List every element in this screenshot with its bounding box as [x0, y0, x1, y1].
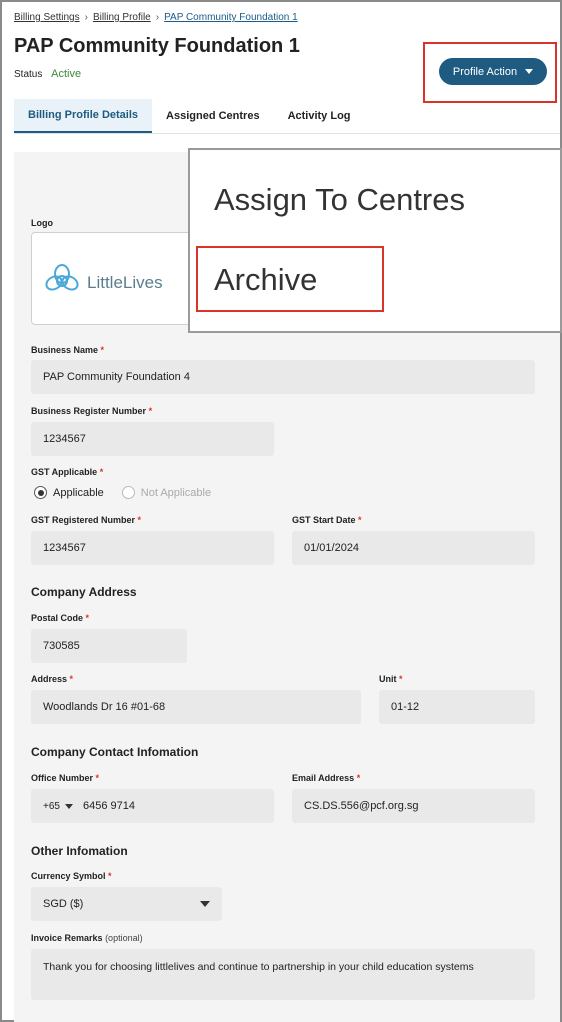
- caret-down-icon: [525, 69, 534, 74]
- address-field[interactable]: Woodlands Dr 16 #01-68: [31, 690, 361, 724]
- business-register-label: Business Register Number *: [31, 406, 153, 416]
- gst-registered-field[interactable]: 1234567: [31, 531, 274, 565]
- menu-item-assign-to-centres[interactable]: Assign To Centres: [214, 182, 465, 218]
- invoice-remarks-label: Invoice Remarks (optional): [31, 933, 143, 943]
- caret-down-icon: [64, 803, 73, 809]
- email-field[interactable]: CS.DS.556@pcf.org.sg: [292, 789, 535, 823]
- address-label: Address *: [31, 674, 74, 684]
- tab-billing-profile-details[interactable]: Billing Profile Details: [14, 99, 153, 133]
- gst-applicable-radio-group: Applicable Not Applicable: [34, 486, 211, 499]
- currency-symbol-value: SGD ($): [43, 898, 84, 910]
- radio-not-applicable[interactable]: [121, 486, 135, 499]
- logo-label: Logo: [31, 218, 53, 228]
- office-number-value: 6456 9714: [82, 800, 135, 812]
- littlelives-logo-icon: [45, 264, 79, 291]
- chevron-right-icon: ›: [155, 12, 160, 23]
- company-contact-title: Company Contact Infomation: [31, 745, 199, 759]
- business-register-field[interactable]: 1234567: [31, 422, 274, 456]
- business-name-field[interactable]: PAP Community Foundation 4: [31, 360, 535, 394]
- unit-field[interactable]: 01-12: [379, 690, 535, 724]
- gst-start-date-label: GST Start Date *: [292, 515, 362, 525]
- status-row: Status Active: [14, 68, 81, 80]
- postal-code-field[interactable]: 730585: [31, 629, 187, 663]
- gst-start-date-field[interactable]: 01/01/2024: [292, 531, 535, 565]
- business-name-label: Business Name *: [31, 345, 105, 355]
- profile-action-button[interactable]: Profile Action: [439, 58, 547, 85]
- gst-registered-label: GST Registered Number *: [31, 515, 142, 525]
- tab-activity-log[interactable]: Activity Log: [274, 99, 365, 133]
- currency-symbol-select[interactable]: SGD ($): [31, 887, 222, 921]
- company-address-title: Company Address: [31, 585, 137, 599]
- currency-symbol-label: Currency Symbol *: [31, 871, 112, 881]
- gst-applicable-label: GST Applicable *: [31, 467, 104, 477]
- logo-text: LittleLives: [87, 273, 163, 292]
- unit-label: Unit *: [379, 674, 403, 684]
- chevron-down-icon: [200, 901, 210, 907]
- country-code-select[interactable]: +65: [43, 801, 60, 812]
- radio-applicable-label: Applicable: [53, 486, 104, 499]
- breadcrumb-current[interactable]: PAP Community Foundation 1: [164, 12, 298, 23]
- office-number-field[interactable]: +65 6456 9714: [31, 789, 274, 823]
- invoice-remarks-field[interactable]: Thank you for choosing littlelives and c…: [31, 949, 535, 1000]
- page-frame: Billing Settings › Billing Profile › PAP…: [0, 0, 562, 1022]
- breadcrumb-billing-profile[interactable]: Billing Profile: [93, 12, 151, 23]
- postal-code-label: Postal Code *: [31, 613, 90, 623]
- breadcrumb: Billing Settings › Billing Profile › PAP…: [14, 12, 298, 23]
- status-label: Status: [14, 69, 43, 80]
- radio-applicable[interactable]: [34, 486, 47, 499]
- office-number-label: Office Number *: [31, 773, 100, 783]
- status-value: Active: [51, 68, 82, 80]
- breadcrumb-billing-settings[interactable]: Billing Settings: [14, 12, 80, 23]
- other-information-title: Other Infomation: [31, 844, 128, 858]
- logo-upload-box[interactable]: LittleLives: [31, 232, 191, 325]
- email-label: Email Address *: [292, 773, 361, 783]
- tab-bar: Billing Profile Details Assigned Centres…: [14, 99, 560, 134]
- chevron-right-icon: ›: [84, 12, 88, 23]
- tab-assigned-centres[interactable]: Assigned Centres: [152, 99, 274, 133]
- profile-action-label: Profile Action: [452, 65, 518, 78]
- highlight-box-archive: [196, 246, 384, 312]
- radio-not-applicable-label: Not Applicable: [140, 486, 212, 499]
- page-title: PAP Community Foundation 1: [14, 35, 300, 57]
